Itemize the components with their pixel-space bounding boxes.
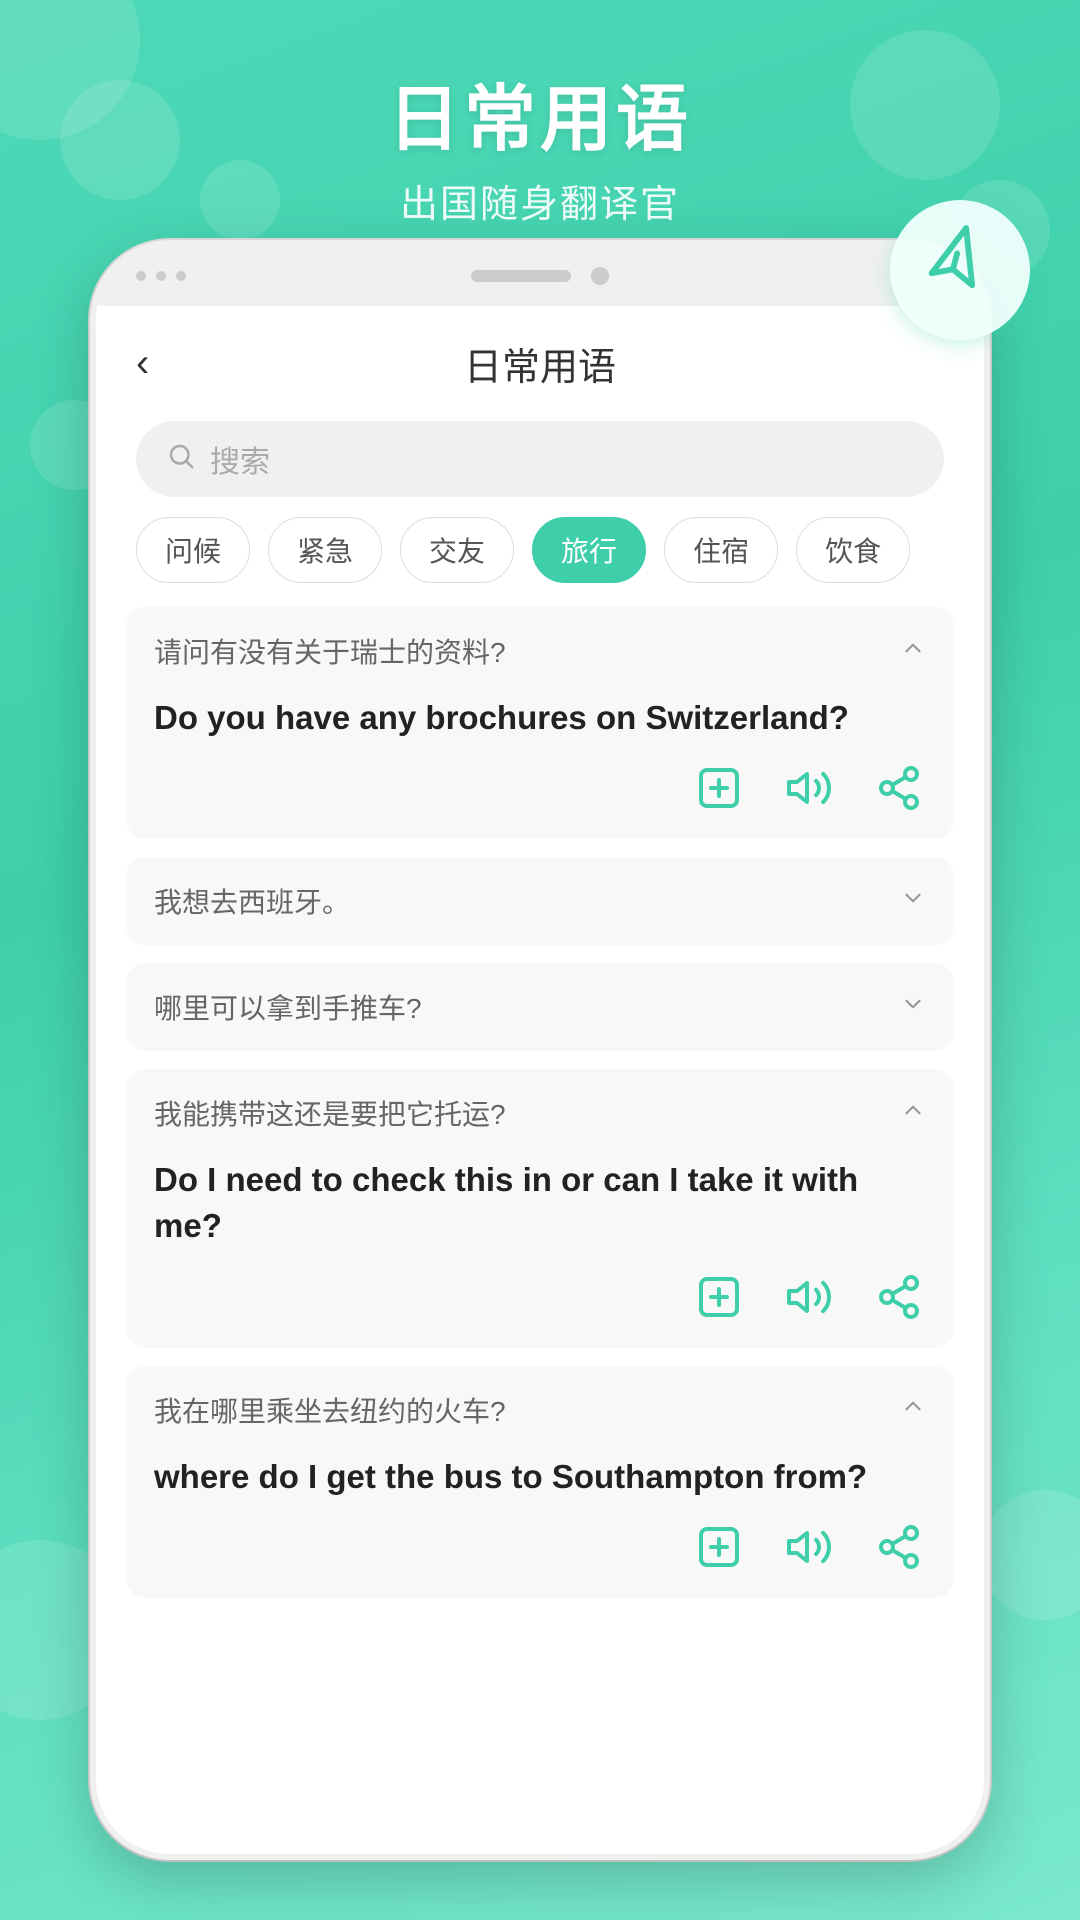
- phrase-cn-2: 我想去西班牙。: [154, 881, 350, 921]
- phrase-cn-3: 哪里可以拿到手推车?: [154, 987, 422, 1027]
- tab-social[interactable]: 交友: [400, 517, 514, 583]
- tab-stay[interactable]: 住宿: [664, 517, 778, 583]
- phrase-cn-4: 我能携带这还是要把它托运?: [154, 1093, 506, 1133]
- phrase-item-4: 我能携带这还是要把它托运? Do I need to check this in…: [126, 1069, 954, 1347]
- phone-inner: ‹ 日常用语 搜索 问候 紧急: [96, 246, 984, 1854]
- header-subtitle: 出国随身翻译官: [0, 173, 1080, 228]
- phone-mockup: ‹ 日常用语 搜索 问候 紧急: [90, 240, 990, 1860]
- back-button[interactable]: ‹: [136, 341, 149, 386]
- phrase-chevron-5: [900, 1393, 926, 1426]
- category-tabs: 问候 紧急 交友 旅行 住宿 饮食: [96, 517, 984, 607]
- header-title: 日常用语: [0, 60, 1080, 165]
- phrase-expanded-4: Do I need to check this in or can I take…: [126, 1157, 954, 1347]
- phone-frame: ‹ 日常用语 搜索 问候 紧急: [90, 240, 990, 1860]
- search-bar[interactable]: 搜索: [136, 421, 944, 497]
- phrase-actions-4: [154, 1270, 926, 1324]
- phone-dot-3: [176, 271, 186, 281]
- phrase-expanded-1: Do you have any brochures on Switzerland…: [126, 695, 954, 839]
- phrase-chevron-1: [900, 635, 926, 668]
- phrase-header-5[interactable]: 我在哪里乘坐去纽约的火车?: [126, 1366, 954, 1454]
- app-nav-title: 日常用语: [464, 336, 616, 391]
- sound-button-4[interactable]: [782, 1270, 836, 1324]
- phone-dots: [136, 271, 186, 281]
- share-button-4[interactable]: [872, 1270, 926, 1324]
- phone-speaker: [471, 270, 571, 282]
- tab-travel[interactable]: 旅行: [532, 517, 646, 583]
- app-content: ‹ 日常用语 搜索 问候 紧急: [96, 306, 984, 1854]
- search-icon: [166, 441, 196, 478]
- phrase-header-2[interactable]: 我想去西班牙。: [126, 857, 954, 945]
- phone-dot: [136, 271, 146, 281]
- phrase-header-4[interactable]: 我能携带这还是要把它托运?: [126, 1069, 954, 1157]
- phrase-chevron-2: [900, 885, 926, 918]
- phone-topbar: [96, 246, 984, 306]
- tab-food[interactable]: 饮食: [796, 517, 910, 583]
- phone-dot-2: [156, 271, 166, 281]
- search-input[interactable]: 搜索: [210, 437, 270, 481]
- phrase-item-1: 请问有没有关于瑞士的资料? Do you have any brochures …: [126, 607, 954, 839]
- phrase-item-3: 哪里可以拿到手推车?: [126, 963, 954, 1051]
- phrase-expanded-5: where do I get the bus to Southampton fr…: [126, 1454, 954, 1598]
- phrase-item-2: 我想去西班牙。: [126, 857, 954, 945]
- plane-icon: [909, 216, 1012, 324]
- phrase-list: 请问有没有关于瑞士的资料? Do you have any brochures …: [96, 607, 984, 1854]
- sound-button-5[interactable]: [782, 1520, 836, 1574]
- phrase-header-3[interactable]: 哪里可以拿到手推车?: [126, 963, 954, 1051]
- phrase-header-1[interactable]: 请问有没有关于瑞士的资料?: [126, 607, 954, 695]
- tab-greet[interactable]: 问候: [136, 517, 250, 583]
- phrase-actions-1: [154, 761, 926, 815]
- header-area: 日常用语 出国随身翻译官: [0, 60, 1080, 228]
- phrase-cn-5: 我在哪里乘坐去纽约的火车?: [154, 1390, 506, 1430]
- share-button-5[interactable]: [872, 1520, 926, 1574]
- tab-urgent[interactable]: 紧急: [268, 517, 382, 583]
- app-header: ‹ 日常用语: [96, 306, 984, 411]
- phrase-item-5: 我在哪里乘坐去纽约的火车? where do I get the bus to …: [126, 1366, 954, 1598]
- phone-camera: [591, 267, 609, 285]
- add-button-1[interactable]: [692, 761, 746, 815]
- phrase-actions-5: [154, 1520, 926, 1574]
- phrase-chevron-3: [900, 991, 926, 1024]
- add-button-5[interactable]: [692, 1520, 746, 1574]
- phrase-en-1: Do you have any brochures on Switzerland…: [154, 695, 926, 741]
- add-button-4[interactable]: [692, 1270, 746, 1324]
- phrase-en-5: where do I get the bus to Southampton fr…: [154, 1454, 926, 1500]
- phrase-en-4: Do I need to check this in or can I take…: [154, 1157, 926, 1249]
- phrase-chevron-4: [900, 1097, 926, 1130]
- phrase-cn-1: 请问有没有关于瑞士的资料?: [154, 631, 506, 671]
- sound-button-1[interactable]: [782, 761, 836, 815]
- share-button-1[interactable]: [872, 761, 926, 815]
